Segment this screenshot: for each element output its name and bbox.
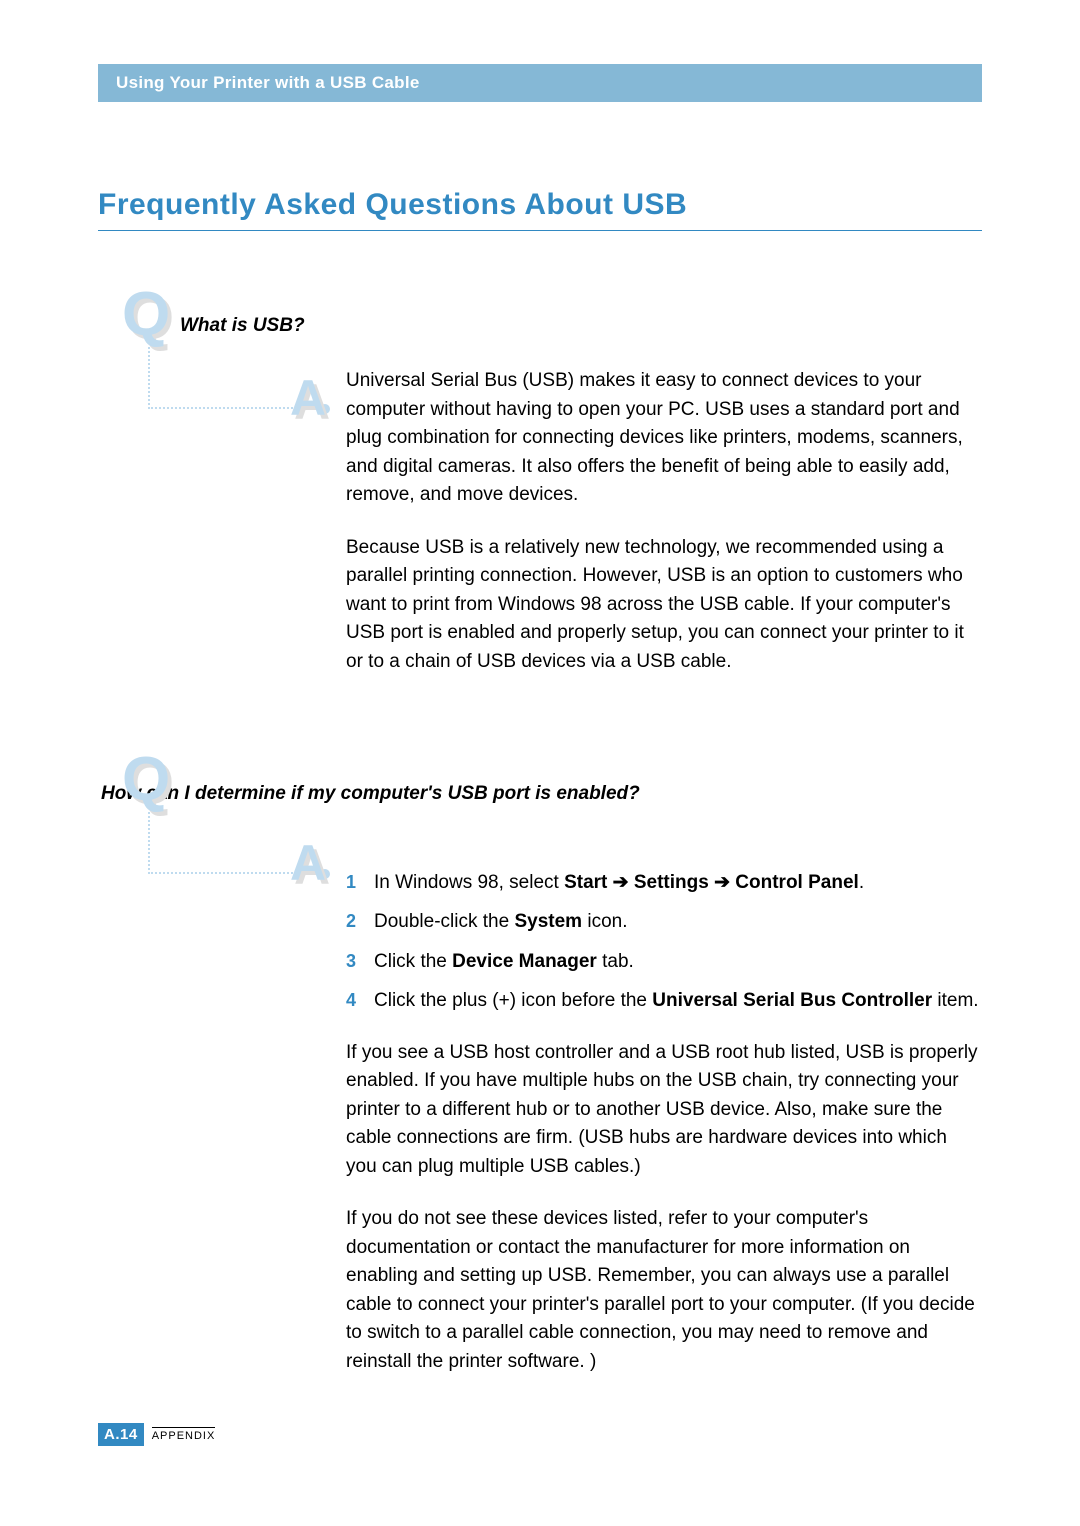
step-item: 1 In Windows 98, select Start ➔ Settings…	[346, 869, 982, 897]
step-number: 4	[346, 987, 374, 1014]
answer-paragraph: Because USB is a relatively new technolo…	[346, 534, 982, 677]
answer-paragraph: If you do not see these devices listed, …	[346, 1205, 982, 1376]
faq-item: Q Q A A How can I determine if my comput…	[98, 748, 982, 1400]
step-number: 1	[346, 869, 374, 896]
faq-item: Q Q What is USB? A A Universal Serial Bu…	[98, 283, 982, 700]
answer-paragraph: If you see a USB host controller and a U…	[346, 1039, 982, 1182]
answer-content: Universal Serial Bus (USB) makes it easy…	[346, 283, 982, 700]
step-item: 4 Click the plus (+) icon before the Uni…	[346, 987, 982, 1015]
step-item: 3 Click the Device Manager tab.	[346, 948, 982, 976]
step-item: 2 Double-click the System icon.	[346, 908, 982, 936]
answer-paragraph: Universal Serial Bus (USB) makes it easy…	[346, 367, 982, 510]
steps-list: 1 In Windows 98, select Start ➔ Settings…	[346, 869, 982, 1015]
question-icon: Q Q	[122, 744, 346, 815]
page-title: Frequently Asked Questions About USB	[98, 188, 982, 231]
answer-icon: A A	[290, 834, 326, 892]
step-number: 3	[346, 948, 374, 975]
step-number: 2	[346, 908, 374, 935]
page-number-badge: A.14	[98, 1423, 144, 1446]
answer-icon: A A	[290, 369, 326, 427]
answer-content: How can I determine if my computer's USB…	[346, 748, 982, 1400]
question-text: What is USB?	[180, 315, 305, 337]
footer-label: APPENDIX	[152, 1427, 216, 1442]
section-header: Using Your Printer with a USB Cable	[98, 64, 982, 102]
page-footer: A.14 APPENDIX	[98, 1423, 215, 1446]
